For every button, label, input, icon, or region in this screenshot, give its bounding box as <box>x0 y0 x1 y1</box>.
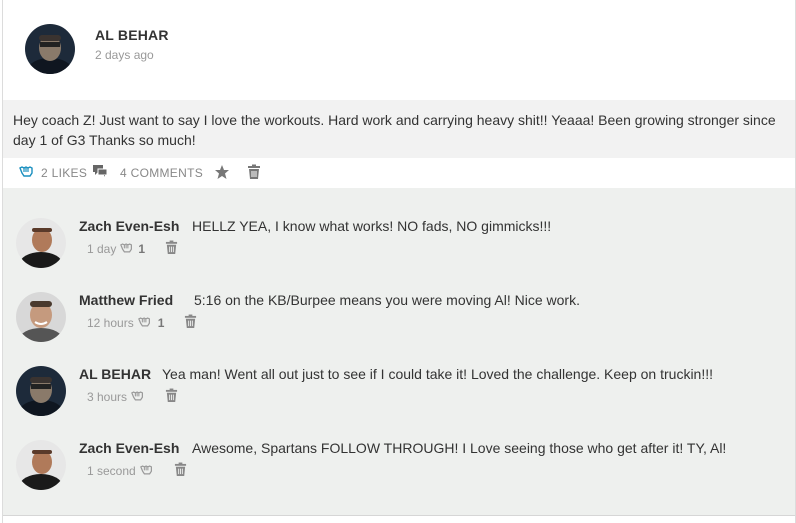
comment-meta: 1 day 1 <box>87 240 178 258</box>
comment-author[interactable]: Matthew Fried <box>79 292 173 308</box>
comment-text: HELLZ YEA, I know what works! NO fads, N… <box>192 218 552 234</box>
comments-count[interactable]: 4 COMMENTS <box>120 166 203 180</box>
comment-avatar[interactable] <box>16 366 66 416</box>
comment-input-area[interactable] <box>3 515 795 523</box>
post-card: AL BEHAR 2 days ago Hey coach Z! Just wa… <box>2 0 796 523</box>
comment-avatar[interactable] <box>16 292 66 342</box>
comment-meta: 12 hours 1 <box>87 314 197 332</box>
comment-author[interactable]: Zach Even-Esh <box>79 218 179 234</box>
comment-item: Matthew Fried 5:16 on the KB/Burpee mean… <box>3 262 795 342</box>
delete-post-button[interactable] <box>247 164 261 183</box>
comment-text: Awesome, Spartans FOLLOW THROUGH! I Love… <box>192 440 727 456</box>
comment-time: 12 hours <box>87 316 134 330</box>
comment-time: 1 day <box>87 242 117 256</box>
trash-icon[interactable] <box>165 388 178 406</box>
star-icon <box>214 164 230 183</box>
post-actions: 2 LIKES 4 COMMENTS <box>3 158 795 188</box>
post-header: AL BEHAR 2 days ago <box>3 0 795 100</box>
comment-likes-count: 1 <box>138 242 146 256</box>
post-text: Hey coach Z! Just want to say I love the… <box>13 112 776 148</box>
comments-section: Zach Even-Esh HELLZ YEA, I know what wor… <box>3 188 795 515</box>
author-name[interactable]: AL BEHAR <box>95 27 169 43</box>
like-icon[interactable] <box>139 463 154 479</box>
comment-text: Yea man! Went all out just to see if I c… <box>162 366 714 382</box>
favorite-button[interactable] <box>214 164 230 183</box>
comment-avatar[interactable] <box>16 218 66 268</box>
like-icon[interactable] <box>131 389 145 405</box>
likes-count[interactable]: 2 LIKES <box>41 166 87 180</box>
trash-icon <box>247 164 261 183</box>
comment-author[interactable]: AL BEHAR <box>79 366 151 382</box>
comment-item: AL BEHAR Yea man! Went all out just to s… <box>3 336 795 416</box>
like-button[interactable]: 2 LIKES <box>19 164 87 181</box>
comment-item: Zach Even-Esh HELLZ YEA, I know what wor… <box>3 188 795 268</box>
comment-time: 1 second <box>87 464 136 478</box>
trash-icon[interactable] <box>184 314 197 332</box>
comment-likes-count: 1 <box>157 316 165 330</box>
post-body: Hey coach Z! Just want to say I love the… <box>3 100 795 158</box>
like-icon[interactable] <box>137 315 152 331</box>
comment-meta: 3 hours <box>87 388 178 406</box>
comment-avatar[interactable] <box>16 440 66 490</box>
author-avatar[interactable] <box>25 24 75 74</box>
trash-icon[interactable] <box>174 462 187 480</box>
like-icon <box>19 164 35 181</box>
comment-item: Zach Even-Esh Awesome, Spartans FOLLOW T… <box>3 410 795 490</box>
comment-text: 5:16 on the KB/Burpee means you were mov… <box>194 292 580 308</box>
comment-meta: 1 second <box>87 462 187 480</box>
comment-author[interactable]: Zach Even-Esh <box>79 440 179 456</box>
like-icon[interactable] <box>120 241 134 257</box>
trash-icon[interactable] <box>165 240 178 258</box>
comments-button[interactable]: 4 COMMENTS <box>92 164 203 181</box>
comment-icon <box>92 164 108 181</box>
comment-time: 3 hours <box>87 390 128 404</box>
post-timestamp: 2 days ago <box>95 48 154 62</box>
